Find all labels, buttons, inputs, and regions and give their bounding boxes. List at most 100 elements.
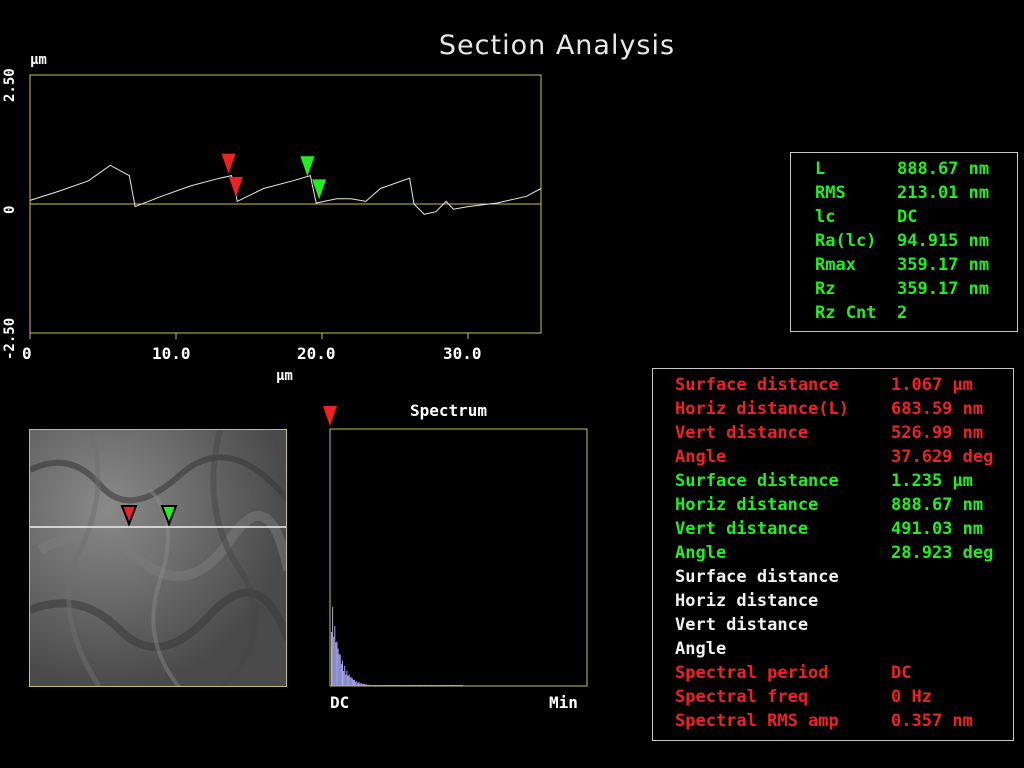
measurement-label: Angle <box>675 447 727 467</box>
spectrum-bar <box>364 684 365 686</box>
spectrum-bar <box>391 685 393 686</box>
measurement-label: Horiz distance <box>675 591 819 611</box>
spectrum-bar <box>426 685 428 686</box>
spectrum-bar <box>408 685 409 686</box>
spectrum-bar <box>455 685 457 686</box>
spectrum-bar <box>412 685 414 686</box>
spectrum-bar <box>384 685 386 686</box>
spectrum-bar <box>447 685 449 686</box>
spectrum-bar <box>404 685 406 686</box>
roughness-value: 2 <box>897 303 908 323</box>
spectrum-bar <box>401 685 403 686</box>
spectrum-plot[interactable] <box>318 400 598 695</box>
spectrum-bar <box>428 685 430 686</box>
spectrum-bar <box>454 685 456 686</box>
spectrum-bar <box>409 685 411 686</box>
measurement-value: 526.99 nm <box>891 423 984 443</box>
spectrum-bar <box>406 685 408 686</box>
afm-image[interactable] <box>29 429 287 687</box>
spectrum-bar <box>394 685 396 686</box>
spectrum-bar <box>353 680 354 686</box>
spectrum-bar <box>414 685 416 686</box>
spectrum-bar <box>340 663 342 686</box>
spectrum-bar <box>434 685 436 686</box>
spectrum-bar <box>438 685 440 686</box>
spectrum-bar <box>376 685 378 686</box>
measurement-label: Horiz distance <box>675 495 819 515</box>
spectrum-bar <box>424 685 426 686</box>
spectrum-bar <box>392 685 394 686</box>
measurement-value: 491.03 nm <box>891 519 984 539</box>
profile-line <box>29 164 542 215</box>
spectrum-bar <box>425 685 427 686</box>
profile-cursor-icon[interactable] <box>228 176 243 197</box>
spectrum-bar <box>443 685 445 686</box>
spectrum-bar <box>445 685 447 686</box>
x-tick-0: 0 <box>22 344 32 363</box>
spectrum-bar <box>437 685 439 686</box>
spectrum-bar <box>377 685 379 686</box>
spectrum-bar <box>354 679 356 686</box>
profile-cursor-icon[interactable] <box>300 156 315 177</box>
spectrum-bar <box>348 674 350 686</box>
spectrum-bar <box>373 685 375 686</box>
spectrum-bar <box>388 685 390 686</box>
measurement-label: Vert distance <box>675 423 809 443</box>
spectrum-bar <box>430 685 431 686</box>
spectrum-bar <box>398 685 400 686</box>
measurement-label: Vert distance <box>675 519 809 539</box>
spectrum-bar <box>413 685 415 686</box>
roughness-value: 888.67 nm <box>897 159 990 179</box>
spectrum-bar <box>420 685 422 686</box>
spectrum-bar <box>393 685 395 686</box>
spectrum-bar <box>441 685 442 686</box>
spectrum-bar <box>383 685 385 686</box>
measurement-value: 683.59 nm <box>891 399 984 419</box>
roughness-label: RMS <box>815 183 846 203</box>
spectrum-bar <box>368 684 370 686</box>
spectrum-bar <box>366 684 368 686</box>
spectrum-bar <box>343 670 345 686</box>
spectrum-bar <box>335 642 337 686</box>
roughness-value: DC <box>897 207 918 227</box>
spectrum-bar <box>371 685 373 686</box>
spectrum-bar <box>395 685 397 686</box>
spectrum-bar <box>332 606 334 686</box>
spectrum-bar <box>410 685 412 686</box>
spectrum-bar <box>380 685 382 686</box>
roughness-label: L <box>815 159 826 179</box>
profile-cursor-icon[interactable] <box>221 153 236 174</box>
measurement-value: 0.357 nm <box>891 711 973 731</box>
spectrum-bar <box>360 682 362 686</box>
spectrum-bar <box>333 636 335 686</box>
spectrum-bar <box>397 685 398 686</box>
spectrum-bar <box>339 654 341 686</box>
spectrum-bar <box>436 685 438 686</box>
roughness-value: 359.17 nm <box>897 255 990 275</box>
spectrum-bar <box>386 685 387 686</box>
spectrum-bar <box>403 685 405 686</box>
spectrum-bar <box>419 685 420 686</box>
profile-x-unit: µm <box>276 368 293 384</box>
measurement-label: Surface distance <box>675 471 839 491</box>
spectrum-bar <box>402 685 404 686</box>
measurement-label: Vert distance <box>675 615 809 635</box>
spectrum-bar <box>359 683 361 686</box>
spectrum-bar <box>446 685 448 686</box>
spectrum-bar <box>427 685 429 686</box>
spectrum-bar <box>357 683 359 686</box>
roughness-label: Rz Cnt <box>815 303 877 323</box>
spectrum-cursor-icon[interactable] <box>323 406 337 426</box>
spectrum-bar <box>336 641 338 686</box>
spectrum-bar <box>400 685 402 686</box>
spectrum-bar <box>415 685 417 686</box>
spectrum-bar <box>381 685 383 686</box>
spectrum-bar <box>453 685 455 686</box>
measurement-label: Spectral RMS amp <box>675 711 839 731</box>
profile-cursor-icon[interactable] <box>312 179 327 200</box>
spectrum-bar <box>435 685 437 686</box>
roughness-label: Ra(lc) <box>815 231 877 251</box>
x-tick-10: 10.0 <box>152 344 191 363</box>
roughness-label: lc <box>815 207 836 227</box>
spectrum-bar <box>375 685 376 686</box>
